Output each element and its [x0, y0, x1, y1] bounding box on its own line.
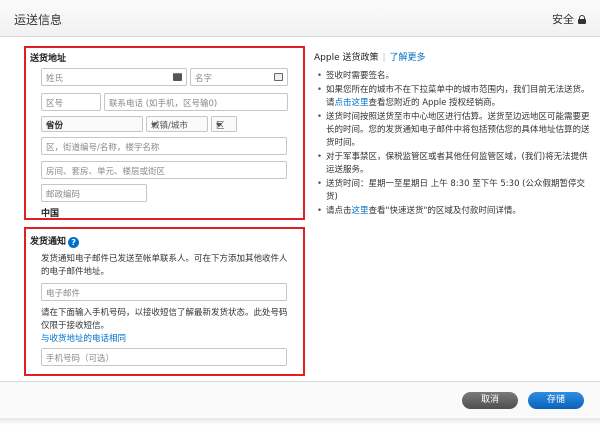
- last-name-input[interactable]: 姓氏: [41, 68, 187, 86]
- first-name-input[interactable]: 名字: [190, 68, 288, 86]
- policy-text: 请点击: [326, 206, 352, 216]
- phone-input[interactable]: 联系电话 (如手机，区号输0): [104, 93, 288, 111]
- chevron-down-icon: [151, 123, 157, 127]
- email-description: 发货通知电子邮件已发送至帐单联系人。可在下方添加其他收件人的电子邮件地址。: [41, 254, 288, 277]
- list-item: 签收时需要签名。: [314, 70, 594, 83]
- city-select[interactable]: 城镇/城市: [146, 116, 208, 132]
- policy-text: 送货时间：星期一至星期日 上午 8:30 至下午 5:30 (公众假期暂停交货): [326, 179, 586, 202]
- postal-code-input[interactable]: 邮政编码: [41, 184, 147, 202]
- street-placeholder: 区，街道编号/名称，楼宇名称: [46, 143, 160, 153]
- bottom-shadow: [0, 418, 600, 425]
- shipping-address-title: 送货地址: [30, 54, 67, 64]
- list-item: 送货时间按照送货至市中心地区进行估算。送货至边远地区可能需要更长的时间。您的发货…: [314, 111, 594, 150]
- last-name-placeholder: 姓氏: [46, 74, 64, 84]
- save-button[interactable]: 存储: [528, 392, 584, 409]
- area-code-placeholder: 区号: [46, 99, 64, 109]
- list-item: 请点击这里查看"快速送货"的区域及付款时间详情。: [314, 205, 594, 218]
- phone-placeholder: 联系电话 (如手机，区号输0): [109, 99, 218, 109]
- province-select[interactable]: 省份: [41, 116, 143, 132]
- area-code-input[interactable]: 区号: [41, 93, 101, 111]
- policy-text: 签收时需要签名。: [326, 71, 395, 81]
- header-bar: 运送信息 安全: [0, 0, 600, 37]
- mobile-input[interactable]: 手机号码（可选）: [41, 348, 287, 366]
- learn-more-link[interactable]: 了解更多: [390, 53, 426, 63]
- shipping-policy-header: Apple 送货政策 | 了解更多: [314, 53, 426, 63]
- unit-input[interactable]: 房间、套房、单元、楼层或街区: [41, 161, 287, 179]
- secure-indicator: 安全: [552, 11, 586, 27]
- shipping-notification-title: 发货通知?: [30, 234, 80, 248]
- country-label: 中国: [41, 209, 60, 219]
- list-item: 对于军事禁区，保税监管区或者其他任何监管区域，(我们)将无法提供运送服务。: [314, 151, 594, 177]
- shipping-notification-title-text: 发货通知: [30, 237, 67, 247]
- autofill-icon[interactable]: [173, 70, 182, 81]
- policy-text: 对于军事禁区，保税监管区或者其他任何监管区域，(我们)将无法提供运送服务。: [326, 152, 588, 175]
- lock-icon: [578, 14, 586, 24]
- mobile-placeholder: 手机号码（可选）: [46, 354, 115, 364]
- policy-text: 送货时间按照送货至市中心地区进行估算。送货至边远地区可能需要更长的时间。您的发货…: [326, 112, 590, 148]
- here-link[interactable]: 这里: [352, 206, 369, 216]
- chevron-down-icon: [216, 123, 222, 127]
- shipping-policy-list: 签收时需要签名。 如果您所在的城市不在下拉菜单中的城市范围内，我们目前无法送货。…: [314, 70, 594, 219]
- policy-text: 查看"快速送货"的区域及付款时间详情。: [368, 206, 521, 216]
- email-placeholder: 电子邮件: [46, 289, 81, 299]
- chevron-down-icon: [46, 123, 52, 127]
- list-item: 如果您所在的城市不在下拉菜单中的城市范围内，我们目前无法送货。请点击这里查看您附…: [314, 84, 594, 110]
- secure-label: 安全: [552, 13, 574, 26]
- click-here-link[interactable]: 点击这里: [335, 98, 369, 108]
- list-item: 送货时间：星期一至星期日 上午 8:30 至下午 5:30 (公众假期暂停交货): [314, 178, 594, 204]
- cancel-button[interactable]: 取消: [462, 392, 518, 409]
- page-title: 运送信息: [14, 13, 63, 27]
- district-select[interactable]: 区: [211, 116, 237, 132]
- same-as-shipping-phone-link[interactable]: 与收货地址的电话相同: [41, 333, 291, 346]
- street-input[interactable]: 区，街道编号/名称，楼宇名称: [41, 137, 287, 155]
- first-name-placeholder: 名字: [195, 74, 213, 84]
- policy-text: 查看您附近的 Apple 授权经销商。: [368, 98, 501, 108]
- unit-placeholder: 房间、套房、单元、楼层或街区: [46, 167, 166, 177]
- help-icon[interactable]: ?: [68, 237, 80, 248]
- sms-description: 请在下面输入手机号码，以接收短信了解最新发货状态。此处号码仅限于接收短信。: [41, 308, 288, 331]
- shipping-policy-title: Apple 送货政策: [314, 53, 379, 63]
- contact-card-icon[interactable]: [274, 73, 283, 81]
- postal-placeholder: 邮政编码: [46, 190, 81, 200]
- email-input[interactable]: 电子邮件: [41, 283, 287, 301]
